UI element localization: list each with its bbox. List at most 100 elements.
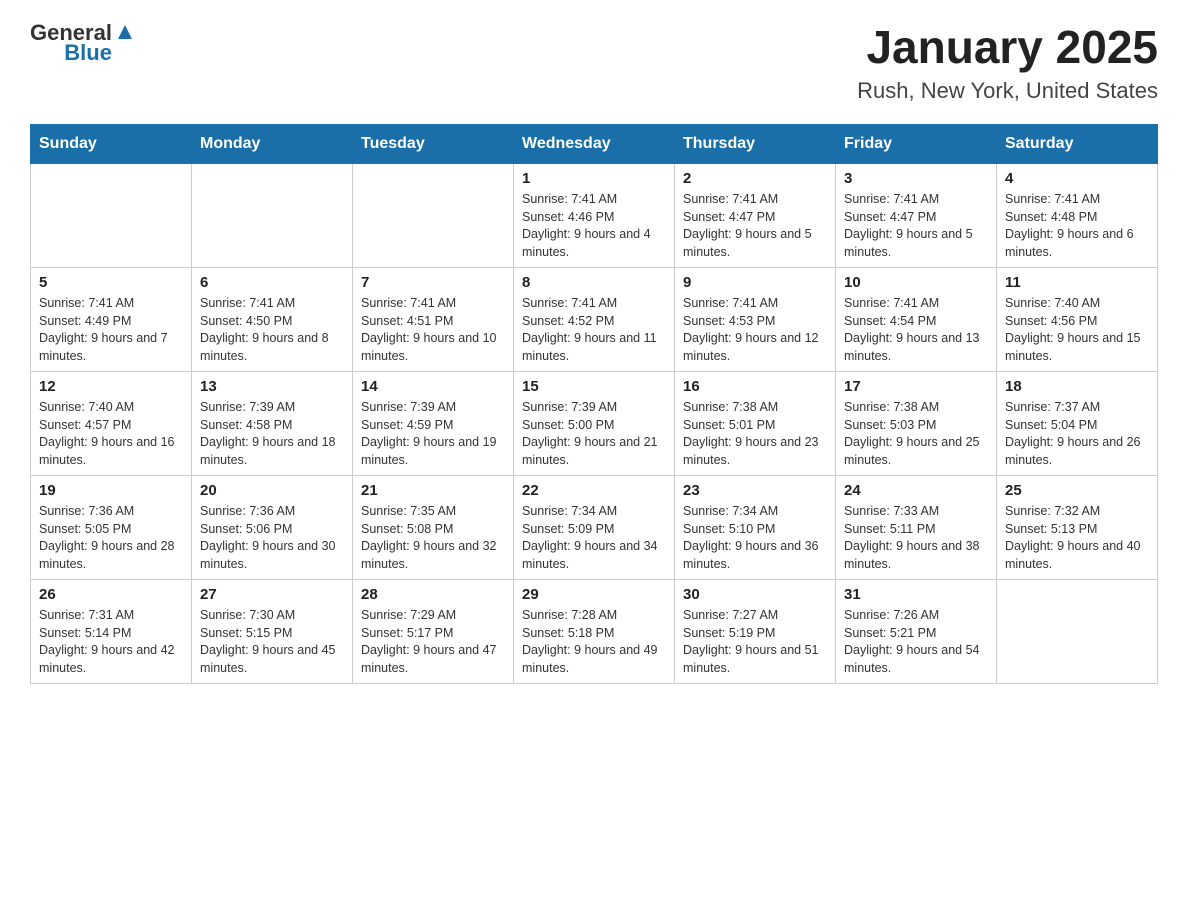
day-number: 15 bbox=[522, 378, 666, 395]
day-info: Sunrise: 7:38 AM Sunset: 5:01 PM Dayligh… bbox=[683, 399, 827, 469]
day-info: Sunrise: 7:27 AM Sunset: 5:19 PM Dayligh… bbox=[683, 607, 827, 677]
day-number: 13 bbox=[200, 378, 344, 395]
calendar-header: Sunday Monday Tuesday Wednesday Thursday… bbox=[31, 125, 1158, 164]
day-number: 22 bbox=[522, 482, 666, 499]
logo-text-blue: Blue bbox=[64, 40, 112, 66]
day-number: 18 bbox=[1005, 378, 1149, 395]
calendar-day: 30 Sunrise: 7:27 AM Sunset: 5:19 PM Dayli… bbox=[675, 580, 836, 684]
day-number: 2 bbox=[683, 170, 827, 187]
day-info: Sunrise: 7:34 AM Sunset: 5:10 PM Dayligh… bbox=[683, 503, 827, 573]
day-number: 20 bbox=[200, 482, 344, 499]
calendar-day: 26 Sunrise: 7:31 AM Sunset: 5:14 PM Dayli… bbox=[31, 580, 192, 684]
calendar-day: 13Sunrise: 7:39 AM Sunset: 4:58 PM Dayli… bbox=[192, 372, 353, 476]
calendar-day: 15 Sunrise: 7:39 AM Sunset: 5:00 PM Dayli… bbox=[514, 372, 675, 476]
day-number: 16 bbox=[683, 378, 827, 395]
calendar-day: 22 Sunrise: 7:34 AM Sunset: 5:09 PM Dayli… bbox=[514, 476, 675, 580]
day-number: 21 bbox=[361, 482, 505, 499]
day-info: Sunrise: 7:39 AM Sunset: 4:59 PM Dayligh… bbox=[361, 399, 505, 469]
calendar-week-1: 1 Sunrise: 7:41 AM Sunset: 4:46 PM Daylig… bbox=[31, 164, 1158, 268]
calendar-day: 14 Sunrise: 7:39 AM Sunset: 4:59 PM Dayli… bbox=[353, 372, 514, 476]
calendar-day: 19Sunrise: 7:36 AM Sunset: 5:05 PM Dayli… bbox=[31, 476, 192, 580]
logo-triangle-icon bbox=[114, 21, 136, 43]
day-info: Sunrise: 7:37 AM Sunset: 5:04 PM Dayligh… bbox=[1005, 399, 1149, 469]
calendar-day: 28Sunrise: 7:29 AM Sunset: 5:17 PM Dayli… bbox=[353, 580, 514, 684]
calendar-day: 9Sunrise: 7:41 AM Sunset: 4:53 PM Daylig… bbox=[675, 268, 836, 372]
day-number: 25 bbox=[1005, 482, 1149, 499]
calendar-day: 3 Sunrise: 7:41 AM Sunset: 4:47 PM Daylig… bbox=[836, 164, 997, 268]
calendar-day: 17Sunrise: 7:38 AM Sunset: 5:03 PM Dayli… bbox=[836, 372, 997, 476]
calendar-day: 24 Sunrise: 7:33 AM Sunset: 5:11 PM Dayli… bbox=[836, 476, 997, 580]
calendar-day bbox=[31, 164, 192, 268]
calendar-week-4: 19Sunrise: 7:36 AM Sunset: 5:05 PM Dayli… bbox=[31, 476, 1158, 580]
day-info: Sunrise: 7:33 AM Sunset: 5:11 PM Dayligh… bbox=[844, 503, 988, 573]
day-info: Sunrise: 7:41 AM Sunset: 4:50 PM Dayligh… bbox=[200, 295, 344, 365]
day-number: 12 bbox=[39, 378, 183, 395]
logo: General Blue bbox=[30, 20, 136, 66]
day-number: 23 bbox=[683, 482, 827, 499]
calendar-table: Sunday Monday Tuesday Wednesday Thursday… bbox=[30, 124, 1158, 684]
day-number: 3 bbox=[844, 170, 988, 187]
calendar-day: 21Sunrise: 7:35 AM Sunset: 5:08 PM Dayli… bbox=[353, 476, 514, 580]
calendar-day: 31Sunrise: 7:26 AM Sunset: 5:21 PM Dayli… bbox=[836, 580, 997, 684]
day-number: 7 bbox=[361, 274, 505, 291]
day-info: Sunrise: 7:31 AM Sunset: 5:14 PM Dayligh… bbox=[39, 607, 183, 677]
col-thursday: Thursday bbox=[675, 125, 836, 164]
col-saturday: Saturday bbox=[997, 125, 1158, 164]
calendar-day: 18 Sunrise: 7:37 AM Sunset: 5:04 PM Dayli… bbox=[997, 372, 1158, 476]
calendar-day: 10 Sunrise: 7:41 AM Sunset: 4:54 PM Dayli… bbox=[836, 268, 997, 372]
calendar-week-5: 26 Sunrise: 7:31 AM Sunset: 5:14 PM Dayli… bbox=[31, 580, 1158, 684]
day-info: Sunrise: 7:41 AM Sunset: 4:48 PM Dayligh… bbox=[1005, 191, 1149, 261]
day-info: Sunrise: 7:41 AM Sunset: 4:46 PM Dayligh… bbox=[522, 191, 666, 261]
day-number: 31 bbox=[844, 586, 988, 603]
day-info: Sunrise: 7:40 AM Sunset: 4:57 PM Dayligh… bbox=[39, 399, 183, 469]
calendar-day: 16 Sunrise: 7:38 AM Sunset: 5:01 PM Dayli… bbox=[675, 372, 836, 476]
day-info: Sunrise: 7:39 AM Sunset: 5:00 PM Dayligh… bbox=[522, 399, 666, 469]
header-row: Sunday Monday Tuesday Wednesday Thursday… bbox=[31, 125, 1158, 164]
calendar-day: 20Sunrise: 7:36 AM Sunset: 5:06 PM Dayli… bbox=[192, 476, 353, 580]
day-info: Sunrise: 7:30 AM Sunset: 5:15 PM Dayligh… bbox=[200, 607, 344, 677]
day-info: Sunrise: 7:41 AM Sunset: 4:53 PM Dayligh… bbox=[683, 295, 827, 365]
day-number: 14 bbox=[361, 378, 505, 395]
day-number: 30 bbox=[683, 586, 827, 603]
col-tuesday: Tuesday bbox=[353, 125, 514, 164]
calendar-day: 4 Sunrise: 7:41 AM Sunset: 4:48 PM Daylig… bbox=[997, 164, 1158, 268]
title-section: January 2025 Rush, New York, United Stat… bbox=[857, 20, 1158, 104]
day-info: Sunrise: 7:34 AM Sunset: 5:09 PM Dayligh… bbox=[522, 503, 666, 573]
day-number: 28 bbox=[361, 586, 505, 603]
calendar-day: 11 Sunrise: 7:40 AM Sunset: 4:56 PM Dayli… bbox=[997, 268, 1158, 372]
main-title: January 2025 bbox=[857, 20, 1158, 74]
calendar-day: 5 Sunrise: 7:41 AM Sunset: 4:49 PM Daylig… bbox=[31, 268, 192, 372]
location-subtitle: Rush, New York, United States bbox=[857, 78, 1158, 104]
calendar-week-3: 12 Sunrise: 7:40 AM Sunset: 4:57 PM Dayli… bbox=[31, 372, 1158, 476]
calendar-body: 1 Sunrise: 7:41 AM Sunset: 4:46 PM Daylig… bbox=[31, 164, 1158, 684]
calendar-day bbox=[353, 164, 514, 268]
day-info: Sunrise: 7:40 AM Sunset: 4:56 PM Dayligh… bbox=[1005, 295, 1149, 365]
day-number: 6 bbox=[200, 274, 344, 291]
day-number: 24 bbox=[844, 482, 988, 499]
day-number: 10 bbox=[844, 274, 988, 291]
col-wednesday: Wednesday bbox=[514, 125, 675, 164]
day-info: Sunrise: 7:32 AM Sunset: 5:13 PM Dayligh… bbox=[1005, 503, 1149, 573]
calendar-day: 8Sunrise: 7:41 AM Sunset: 4:52 PM Daylig… bbox=[514, 268, 675, 372]
day-number: 1 bbox=[522, 170, 666, 187]
day-number: 19 bbox=[39, 482, 183, 499]
calendar-day: 29 Sunrise: 7:28 AM Sunset: 5:18 PM Dayli… bbox=[514, 580, 675, 684]
calendar-day: 6 Sunrise: 7:41 AM Sunset: 4:50 PM Daylig… bbox=[192, 268, 353, 372]
day-info: Sunrise: 7:38 AM Sunset: 5:03 PM Dayligh… bbox=[844, 399, 988, 469]
day-info: Sunrise: 7:41 AM Sunset: 4:52 PM Dayligh… bbox=[522, 295, 666, 365]
day-info: Sunrise: 7:28 AM Sunset: 5:18 PM Dayligh… bbox=[522, 607, 666, 677]
day-number: 29 bbox=[522, 586, 666, 603]
day-info: Sunrise: 7:41 AM Sunset: 4:54 PM Dayligh… bbox=[844, 295, 988, 365]
calendar-day: 1 Sunrise: 7:41 AM Sunset: 4:46 PM Daylig… bbox=[514, 164, 675, 268]
calendar-day: 7 Sunrise: 7:41 AM Sunset: 4:51 PM Daylig… bbox=[353, 268, 514, 372]
day-number: 5 bbox=[39, 274, 183, 291]
calendar-day: 2Sunrise: 7:41 AM Sunset: 4:47 PM Daylig… bbox=[675, 164, 836, 268]
col-sunday: Sunday bbox=[31, 125, 192, 164]
day-number: 4 bbox=[1005, 170, 1149, 187]
day-info: Sunrise: 7:41 AM Sunset: 4:47 PM Dayligh… bbox=[844, 191, 988, 261]
day-number: 11 bbox=[1005, 274, 1149, 291]
day-number: 27 bbox=[200, 586, 344, 603]
day-number: 26 bbox=[39, 586, 183, 603]
day-info: Sunrise: 7:41 AM Sunset: 4:49 PM Dayligh… bbox=[39, 295, 183, 365]
day-info: Sunrise: 7:41 AM Sunset: 4:51 PM Dayligh… bbox=[361, 295, 505, 365]
